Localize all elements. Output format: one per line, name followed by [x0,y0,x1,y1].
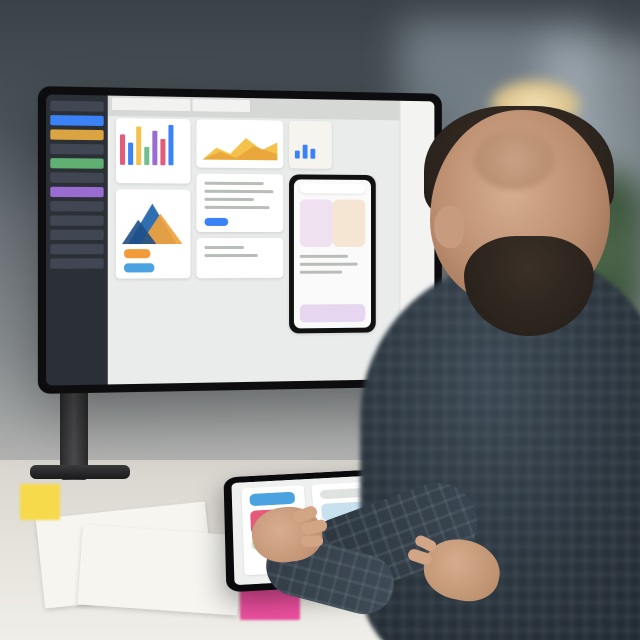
pencil-cup [554,420,600,480]
triangle-graphic-icon [116,193,191,254]
area-chart-icon [196,119,283,168]
monitor [38,86,442,394]
sidebar-item[interactable] [50,244,103,254]
sidebar-item[interactable] [50,215,103,225]
text-line [300,255,348,258]
bar [295,151,300,159]
properties-panel[interactable] [400,101,435,379]
artboard-area [116,118,397,374]
bar [152,131,157,165]
text-line [204,190,273,193]
card-area-chart[interactable] [196,119,283,168]
bar [160,139,165,165]
app-sidebar[interactable] [46,94,108,385]
bar [168,125,173,165]
tablet-card[interactable] [249,492,295,507]
background-plant [560,160,640,340]
sidebar-item[interactable] [50,158,103,169]
tab-bar [108,96,435,121]
bar [310,149,315,159]
sidebar-item[interactable] [50,258,103,268]
text-line [300,263,358,266]
sidebar-item[interactable] [50,201,103,211]
tag-pill[interactable] [124,249,150,258]
tab[interactable] [192,99,249,112]
bar [128,143,133,165]
card-shapes[interactable] [116,189,191,278]
card-blank[interactable] [196,238,283,278]
desk-lamp-glow [490,80,580,130]
text-line [204,206,269,209]
mobile-screen [294,179,371,328]
card-bar-chart[interactable] [116,118,191,184]
mobile-card[interactable] [300,199,333,247]
bar [136,126,141,165]
monitor-screen [46,94,434,385]
sidebar-item[interactable] [50,101,103,112]
mobile-action-card[interactable] [300,304,365,322]
mobile-search-bar[interactable] [300,183,365,193]
sidebar-item[interactable] [50,144,103,155]
bar [120,134,125,165]
text-line [204,254,257,257]
sidebar-item[interactable] [50,187,103,198]
sidebar-item[interactable] [50,129,103,140]
card-text-block[interactable] [196,174,283,232]
design-canvas[interactable] [108,96,435,385]
card-mini-chart[interactable] [289,121,332,169]
text-line [300,271,343,274]
tab[interactable] [112,98,191,111]
text-line [204,246,244,249]
paper-sheet [77,525,242,616]
tablet-card[interactable] [320,488,366,499]
tag-pill[interactable] [124,263,154,272]
button-pill[interactable] [204,218,228,226]
text-line [204,198,253,201]
mobile-card[interactable] [333,199,366,246]
scene-root [0,0,640,640]
sidebar-item[interactable] [50,115,103,126]
mobile-frame[interactable] [289,174,376,333]
bar [144,147,149,165]
sidebar-item[interactable] [50,172,103,183]
bar-chart [116,118,191,169]
sidebar-item[interactable] [50,230,103,240]
bar [303,145,308,159]
text-line [204,182,263,185]
monitor-stand-base [30,465,130,479]
sticky-note [20,484,60,520]
